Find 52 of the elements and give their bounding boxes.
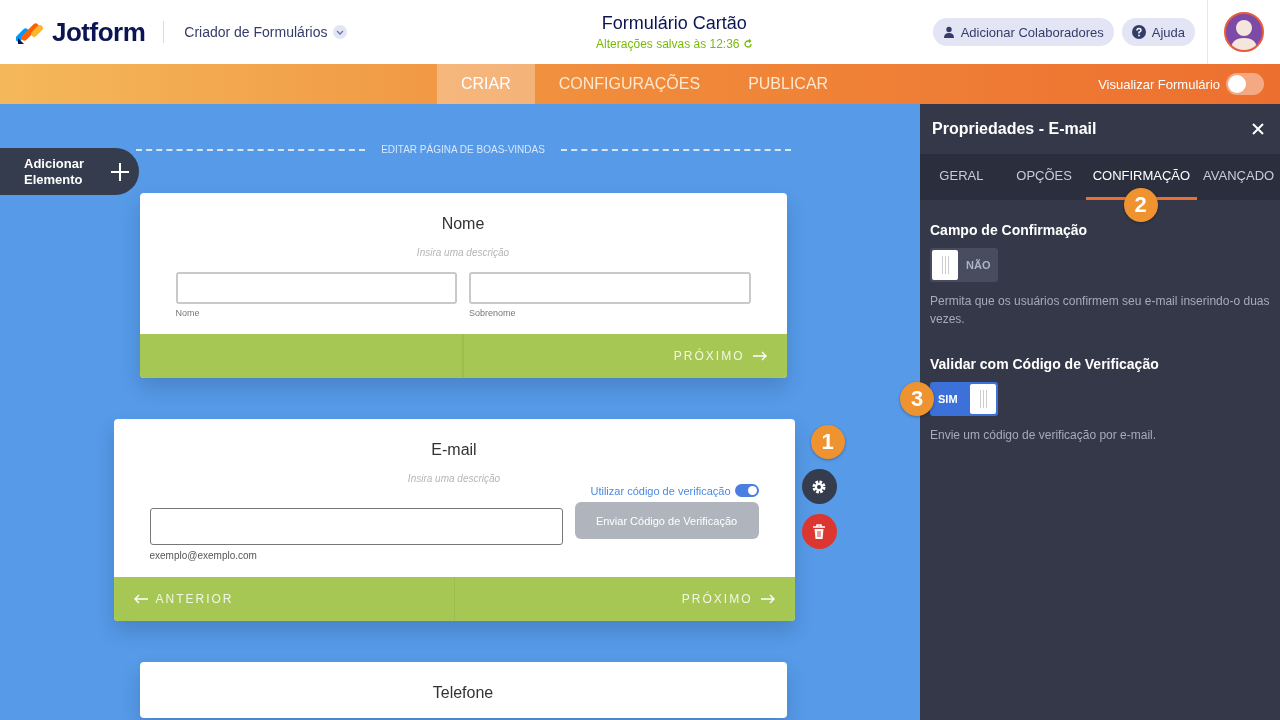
sublabel: exemplo@exemplo.com (149, 550, 258, 561)
arrow-right-icon (760, 594, 775, 604)
arrow-left-icon (133, 594, 148, 604)
builder-menu[interactable]: Criador de Formulários (184, 24, 348, 40)
question-label: E-mail (431, 441, 477, 459)
question-label: Telefone (432, 684, 494, 702)
form-card[interactable]: Nome Insira uma descrição Nome Sobrenome PRÓXIMO (139, 193, 787, 378)
refresh-icon (742, 39, 753, 49)
text-input[interactable] (175, 272, 457, 304)
text-input[interactable] (469, 272, 751, 304)
delete-button[interactable] (801, 514, 837, 549)
help-icon (1131, 25, 1146, 39)
callout-number: 3 (900, 382, 934, 416)
settings-icon (811, 478, 827, 495)
avatar[interactable] (1224, 12, 1264, 52)
preview-toggle[interactable] (1226, 73, 1264, 95)
chevron-icon (333, 25, 348, 39)
question-label: Nome (441, 215, 485, 233)
setting-title: Validar com Código de Verificação (930, 356, 1160, 372)
plus-icon (111, 162, 129, 181)
person-icon (942, 26, 955, 38)
form-card[interactable]: Telefone (139, 662, 787, 718)
preview-label: Visualizar Formulário (1098, 76, 1220, 92)
email-input[interactable] (149, 508, 563, 545)
form-title: Formulário Cartão (601, 13, 747, 34)
verification-toggle[interactable] (734, 484, 759, 497)
settings-button[interactable] (801, 469, 837, 504)
setting-description: Envie um código de verificação por e-mail. (930, 427, 1158, 444)
properties-tab[interactable]: AVANÇADO (1197, 154, 1280, 200)
panel-title: Propriedades - E-mail (932, 120, 1097, 138)
setting-switch[interactable]: NÃO (930, 248, 998, 282)
close-icon (1252, 123, 1264, 135)
add-element-button[interactable]: Adicionar Elemento (0, 148, 139, 195)
verification-label: Utilizar código de verificação (590, 484, 731, 497)
setting-title: Campo de Confirmação (930, 222, 1089, 238)
callout-number: 2 (1123, 188, 1158, 222)
saved-status: Alterações salvas às 12:36 (596, 37, 740, 51)
properties-tab[interactable]: OPÇÕES (1002, 154, 1086, 200)
help-button[interactable]: Ajuda (1121, 18, 1195, 46)
arrow-right-icon (752, 351, 767, 361)
description-text: Insira uma descrição (416, 247, 510, 258)
setting-description: Permita que os usuários confirmem seu e-mail inserindo-o duas vezes. (930, 293, 1270, 328)
sublabel: Nome (175, 308, 201, 318)
close-button[interactable] (1252, 123, 1264, 135)
logo-text[interactable]: Jotform (52, 16, 146, 48)
callout-number: 1 (810, 425, 845, 459)
description-text: Insira uma descrição (407, 473, 501, 484)
sublabel: Sobrenome (469, 308, 517, 318)
setting-switch[interactable]: SIM (930, 382, 998, 416)
properties-tab[interactable]: GERAL (920, 154, 1003, 200)
collaborators-button[interactable]: Adicionar Colaboradores (932, 18, 1114, 46)
trash-icon (812, 523, 826, 540)
